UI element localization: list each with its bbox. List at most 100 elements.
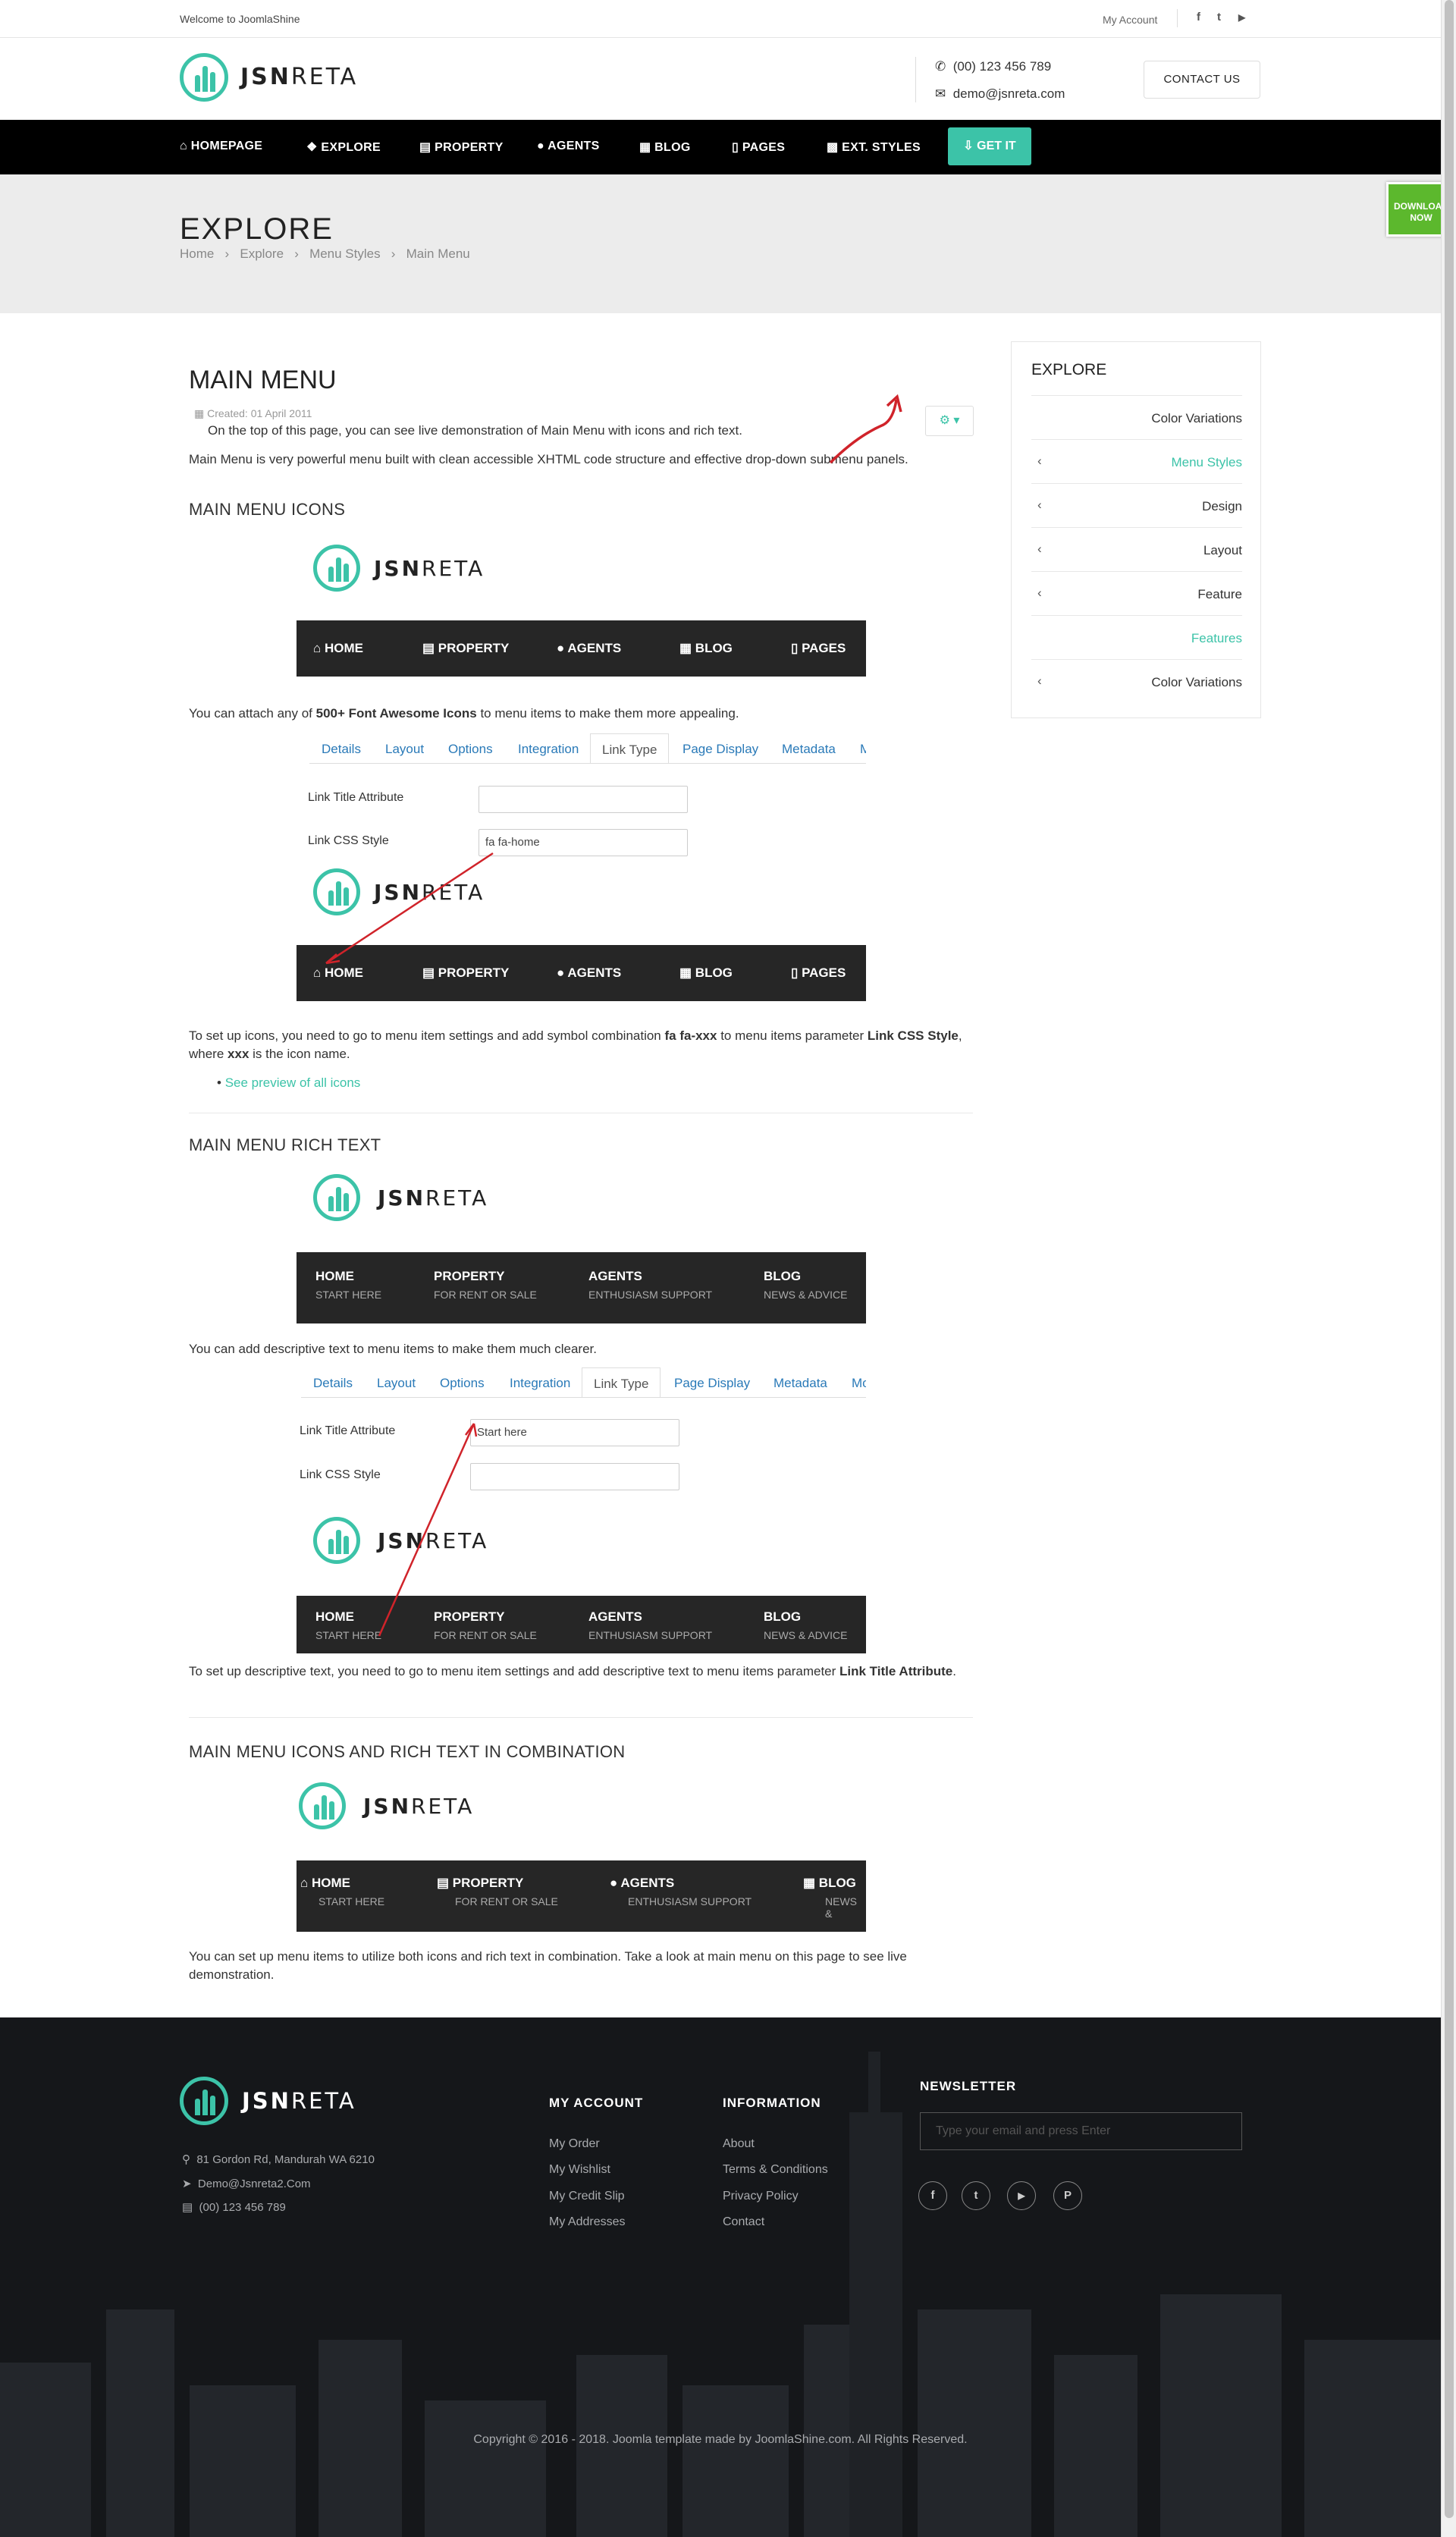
copyright: Copyright © 2016 - 2018. Joomla template… xyxy=(473,2433,968,2446)
nav-pages[interactable]: ▯ PAGES xyxy=(732,140,785,155)
map-marker-icon: ⚲ xyxy=(182,2153,190,2166)
nav-ext-styles[interactable]: ▩ EXT. STYLES xyxy=(827,140,921,155)
demo-nav-item: AGENTS xyxy=(588,1269,642,1283)
calendar-icon: ▦ xyxy=(194,407,205,419)
footer-link-terms[interactable]: Terms & Conditions xyxy=(723,2163,828,2177)
my-account-link[interactable]: My Account xyxy=(1103,14,1157,26)
article-title: MAIN MENU xyxy=(189,366,337,394)
nav-agents[interactable]: ● AGENTS xyxy=(537,140,600,153)
section-title-combination: MAIN MENU ICONS AND RICH TEXT IN COMBINA… xyxy=(189,1742,626,1761)
newspaper-icon: ▦ xyxy=(639,141,651,154)
demo-logo: JSNRETA xyxy=(313,1174,486,1224)
section-title-icons: MAIN MENU ICONS xyxy=(189,500,346,519)
home-icon: ⌂ xyxy=(180,140,187,152)
twitter-icon[interactable]: t xyxy=(962,2181,990,2210)
demo-nav-item: ⌂ HOME xyxy=(300,1876,350,1890)
nav-homepage[interactable]: ⌂ HOMEPAGE xyxy=(180,140,262,153)
information-title: INFORMATION xyxy=(723,2096,821,2110)
sidebar-item-feature[interactable]: ‹ Feature xyxy=(1031,571,1242,615)
cubes-icon: ❖ xyxy=(306,141,318,154)
facebook-icon[interactable]: f xyxy=(918,2181,947,2210)
sidebar-item-layout[interactable]: ‹ Layout xyxy=(1031,527,1242,571)
breadcrumb-menu-styles[interactable]: Menu Styles xyxy=(309,246,381,261)
icons-preview-item: • See preview of all icons xyxy=(217,1075,361,1090)
demo-logo: JSNRETA xyxy=(313,545,482,595)
gear-icon: ⚙ ▾ xyxy=(939,414,960,427)
twitter-icon[interactable]: t xyxy=(1217,11,1221,24)
section-title-rich-text: MAIN MENU RICH TEXT xyxy=(189,1135,381,1154)
arrow-annotation xyxy=(325,852,494,965)
footer-phone: ▤ (00) 123 456 789 xyxy=(182,2201,286,2214)
get-it-button[interactable]: ⇩ GET IT xyxy=(948,127,1031,165)
link-css-input xyxy=(470,1463,679,1490)
youtube-icon[interactable]: ▶ xyxy=(1007,2181,1036,2210)
banner-title: EXPLORE xyxy=(180,212,334,246)
demo-nav-rich: HOME START HERE PROPERTY FOR RENT OR SALE … xyxy=(297,1252,866,1323)
demo-nav-item: BLOG xyxy=(764,1269,802,1283)
icons-paragraph: You can attach any of 500+ Font Awesome … xyxy=(189,706,739,721)
field-label: Link CSS Style xyxy=(308,834,389,847)
nav-explore[interactable]: ❖ EXPLORE xyxy=(306,140,381,155)
demo-nav-icons: ⌂ HOME ▤ PROPERTY ● AGENTS ▦ BLOG ▯ PAGE… xyxy=(297,620,866,677)
youtube-icon[interactable]: ▶ xyxy=(1238,12,1245,23)
sidebar-item-color-variations-2[interactable]: ‹ Color Variations xyxy=(1031,659,1242,703)
sidebar-item-menu-styles[interactable]: ‹ Menu Styles xyxy=(1031,439,1242,483)
header-email[interactable]: ✉ demo@jsnreta.com xyxy=(935,86,1065,102)
footer-link-my-order[interactable]: My Order xyxy=(549,2137,600,2151)
icons-setup-paragraph: To set up icons, you need to go to menu … xyxy=(189,1028,962,1061)
intro-text-1: On the top of this page, you can see liv… xyxy=(208,423,742,438)
chevron-left-icon: ‹ xyxy=(1037,586,1042,600)
chevron-right-icon: › xyxy=(218,246,237,261)
footer-link-my-wishlist[interactable]: My Wishlist xyxy=(549,2163,610,2177)
demo-nav-item: ▯ PAGES xyxy=(791,641,846,655)
divider xyxy=(189,1717,973,1718)
demo-nav-item: ▯ PAGES xyxy=(791,966,846,980)
footer-email[interactable]: ➤ Demo@Jsnreta2.Com xyxy=(182,2177,311,2190)
article-tools-button[interactable]: ⚙ ▾ xyxy=(925,406,974,436)
facebook-icon[interactable]: f xyxy=(1197,11,1200,24)
demo-nav-item: ● AGENTS xyxy=(557,966,622,980)
demo-nav-item: BLOG xyxy=(764,1609,802,1624)
demo-nav-item: ▤ PROPERTY xyxy=(422,641,510,655)
breadcrumb-home[interactable]: Home xyxy=(180,246,214,261)
logo-icon xyxy=(180,53,228,102)
sidebar-title: EXPLORE xyxy=(1031,361,1107,378)
footer-link-privacy[interactable]: Privacy Policy xyxy=(723,2190,799,2203)
link-css-input: fa fa-home xyxy=(479,829,688,856)
newsletter-input[interactable]: Type your email and press Enter xyxy=(920,2112,1242,2150)
footer-logo[interactable]: JSNRETA xyxy=(180,2077,377,2127)
footer-address: ⚲ 81 Gordon Rd, Mandurah WA 6210 xyxy=(182,2153,375,2166)
header-phone: ✆ (00) 123 456 789 xyxy=(935,59,1052,74)
footer-link-my-addresses[interactable]: My Addresses xyxy=(549,2215,625,2229)
demo-nav-combo: ⌂ HOME START HERE ▤ PROPERTY FOR RENT OR S… xyxy=(297,1860,866,1932)
demo-logo: JSNRETA xyxy=(299,1782,473,1832)
pinterest-icon[interactable]: P xyxy=(1053,2181,1082,2210)
chevron-left-icon: ‹ xyxy=(1037,673,1042,688)
demo-nav-item: HOME xyxy=(315,1269,354,1283)
nav-blog[interactable]: ▦ BLOG xyxy=(639,140,691,155)
field-label: Link Title Attribute xyxy=(308,791,404,804)
file-icon: ▯ xyxy=(732,141,739,154)
see-preview-icons-link[interactable]: See preview of all icons xyxy=(225,1075,361,1090)
footer-link-my-credit-slip[interactable]: My Credit Slip xyxy=(549,2190,625,2203)
scrollbar-thumb[interactable] xyxy=(1445,0,1454,2518)
divider xyxy=(915,57,916,102)
footer-link-contact[interactable]: Contact xyxy=(723,2215,764,2229)
combination-paragraph: You can set up menu items to utilize bot… xyxy=(189,1949,907,1982)
breadcrumb: Home › Explore › Menu Styles › Main Menu xyxy=(180,246,470,262)
building-icon: ▤ xyxy=(419,141,431,154)
sidebar-item-features[interactable]: Features xyxy=(1031,615,1242,659)
scrollbar[interactable] xyxy=(1441,0,1456,2537)
editor-tabs-2: Details Layout Options Integration Link … xyxy=(301,1367,866,1398)
link-title-input xyxy=(479,786,688,813)
site-logo[interactable]: JSNRETA xyxy=(180,53,377,103)
footer-link-about[interactable]: About xyxy=(723,2137,755,2151)
created-date: ▦ Created: 01 April 2011 xyxy=(194,407,312,419)
chevron-right-icon: › xyxy=(384,246,403,261)
welcome-text: Welcome to JoomlaShine xyxy=(180,13,300,25)
contact-us-button[interactable]: CONTACT US xyxy=(1144,61,1260,99)
breadcrumb-explore[interactable]: Explore xyxy=(240,246,284,261)
sidebar-item-design[interactable]: ‹ Design xyxy=(1031,483,1242,527)
sidebar-item-color-variations[interactable]: Color Variations xyxy=(1031,395,1242,439)
nav-property[interactable]: ▤ PROPERTY xyxy=(419,140,504,155)
